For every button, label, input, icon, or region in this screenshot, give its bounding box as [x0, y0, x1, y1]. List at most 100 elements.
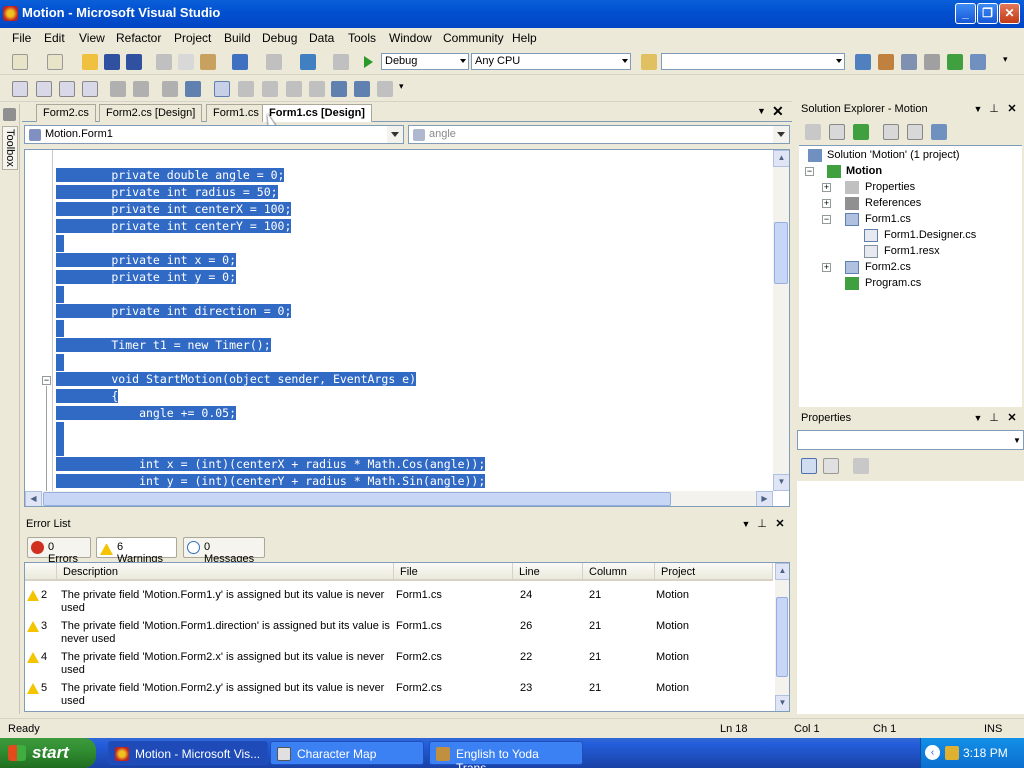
error-scroll-down-button[interactable]: ▼ [775, 695, 789, 711]
view-designer-icon[interactable] [907, 124, 923, 140]
find-in-files-icon[interactable] [641, 54, 657, 70]
tree-properties[interactable]: Properties [865, 179, 915, 195]
tree-form1-designer[interactable]: Form1.Designer.cs [884, 227, 976, 243]
code-line[interactable]: private int y = 0; [56, 269, 237, 286]
properties-icon[interactable] [805, 124, 821, 140]
solution-explorer-close-icon[interactable]: ✕ [1006, 103, 1018, 115]
collapse-region-icon[interactable]: − [42, 376, 51, 385]
object-browser-icon[interactable] [901, 54, 917, 70]
properties-grid[interactable] [797, 481, 1024, 714]
error-scroll-thumb[interactable] [776, 597, 788, 677]
code-line[interactable] [56, 235, 64, 252]
scroll-up-button[interactable]: ▲ [773, 150, 789, 167]
member-navigation-select[interactable]: angle [408, 125, 790, 144]
column-header-project[interactable]: Project [655, 563, 773, 581]
tray-collapse-icon[interactable]: ‹ [925, 745, 940, 760]
error-row[interactable]: 5 The private field 'Motion.Form2.y' is a… [25, 678, 773, 709]
show-all-files-icon[interactable] [829, 124, 845, 140]
open-file-icon[interactable] [82, 54, 98, 70]
column-header-icon[interactable] [25, 563, 57, 581]
code-line[interactable]: int y = (int)(centerY + radius * Math.Si… [56, 473, 486, 490]
parameter-info-icon[interactable] [36, 81, 52, 97]
scroll-left-button[interactable]: ◀ [25, 491, 42, 506]
toolbar-options-icon[interactable]: ▾ [1003, 54, 1011, 70]
tree-form1-resx[interactable]: Form1.resx [884, 243, 940, 259]
uncomment-lines-icon[interactable] [185, 81, 201, 97]
new-project-icon[interactable] [12, 54, 28, 70]
toolbox-tab[interactable]: Toolbox [2, 126, 18, 170]
toolbox-pin-icon[interactable] [3, 108, 16, 121]
vertical-scroll-thumb[interactable] [774, 222, 788, 284]
menu-refactor[interactable]: Refactor [116, 31, 161, 45]
menu-edit[interactable]: Edit [44, 31, 65, 45]
find-input[interactable] [661, 53, 845, 70]
error-row[interactable]: 4 The private field 'Motion.Form2.x' is a… [25, 647, 773, 678]
error-list-dropdown-icon[interactable]: ▼ [740, 518, 752, 530]
tab-list-icon[interactable]: ▼ [757, 106, 766, 116]
tray-app-icon[interactable] [945, 746, 959, 760]
next-bookmark-icon[interactable] [262, 81, 278, 97]
properties-window-icon[interactable] [878, 54, 894, 70]
configuration-select[interactable]: Debug [381, 53, 469, 70]
toolbox-icon[interactable] [924, 54, 940, 70]
editor-toolbar-options-icon[interactable]: ▾ [399, 81, 407, 97]
editor-gutter[interactable]: − [25, 150, 53, 491]
quick-info-icon[interactable] [59, 81, 75, 97]
close-document-icon[interactable]: ✕ [772, 103, 784, 120]
code-line[interactable]: private int centerY = 100; [56, 218, 292, 235]
menu-file[interactable]: File [12, 31, 31, 45]
messages-filter-button[interactable]: 0 Messages [183, 537, 265, 565]
warnings-filter-button[interactable]: 6 Warnings [96, 537, 177, 565]
code-line[interactable]: Timer t1 = new Timer(); [56, 337, 271, 354]
properties-dropdown-icon[interactable]: ▼ [972, 412, 984, 424]
tree-form1-cs[interactable]: Form1.cs [865, 211, 911, 227]
cut-icon[interactable] [156, 54, 172, 70]
error-row[interactable]: 2 The private field 'Motion.Form1.y' is a… [25, 585, 773, 616]
menu-debug[interactable]: Debug [262, 31, 297, 45]
menu-data[interactable]: Data [309, 31, 334, 45]
properties-pin-icon[interactable]: ⊥ [988, 412, 1000, 424]
scroll-down-button[interactable]: ▼ [773, 474, 789, 491]
column-header-line[interactable]: Line [513, 563, 583, 581]
menu-tools[interactable]: Tools [348, 31, 376, 45]
task-character-map[interactable]: Character Map [270, 741, 424, 765]
tab-form2-cs[interactable]: Form2.cs [36, 104, 96, 122]
code-line[interactable] [56, 320, 64, 337]
column-header-file[interactable]: File [394, 563, 513, 581]
navigate-forward-icon[interactable] [333, 54, 349, 70]
close-button[interactable]: ✕ [999, 3, 1020, 24]
clear-bookmarks-icon[interactable] [377, 81, 393, 97]
paste-icon[interactable] [200, 54, 216, 70]
app-icon[interactable] [3, 6, 18, 21]
task-yoda-translator[interactable]: English to Yoda Trans... [429, 741, 583, 768]
code-line[interactable]: private int x = 0; [56, 252, 237, 269]
comment-lines-icon[interactable] [162, 81, 178, 97]
navigate-back-icon[interactable] [300, 54, 316, 70]
task-visual-studio[interactable]: Motion - Microsoft Vis... [108, 741, 268, 765]
redo-icon[interactable] [266, 54, 282, 70]
undo-icon[interactable] [232, 54, 248, 70]
property-pages-icon[interactable] [853, 458, 869, 474]
platform-select[interactable]: Any CPU [471, 53, 631, 70]
previous-bookmark-icon[interactable] [238, 81, 254, 97]
tree-program-cs[interactable]: Program.cs [865, 275, 921, 291]
tree-solution[interactable]: Solution 'Motion' (1 project) [827, 147, 960, 163]
menu-build[interactable]: Build [224, 31, 251, 45]
tree-project-motion[interactable]: Motion [846, 163, 882, 179]
horizontal-scroll-thumb[interactable] [43, 492, 671, 506]
previous-bookmark-in-document-icon[interactable] [331, 81, 347, 97]
code-line[interactable] [56, 439, 64, 456]
tree-references[interactable]: References [865, 195, 921, 211]
start-button[interactable]: start [0, 738, 96, 768]
solution-explorer-dropdown-icon[interactable]: ▼ [972, 103, 984, 115]
type-navigation-select[interactable]: Motion.Form1 [24, 125, 404, 144]
complete-word-icon[interactable] [82, 81, 98, 97]
add-item-icon[interactable] [47, 54, 63, 70]
properties-object-select[interactable]: ▼ [797, 430, 1024, 450]
toggle-bookmark-icon[interactable] [214, 81, 230, 97]
code-text-area[interactable]: private double angle = 0; private int ra… [56, 167, 771, 497]
properties-object-dropdown-icon[interactable]: ▼ [1013, 436, 1021, 445]
display-object-members-icon[interactable] [12, 81, 28, 97]
refresh-icon[interactable] [853, 124, 869, 140]
view-code-icon[interactable] [883, 124, 899, 140]
